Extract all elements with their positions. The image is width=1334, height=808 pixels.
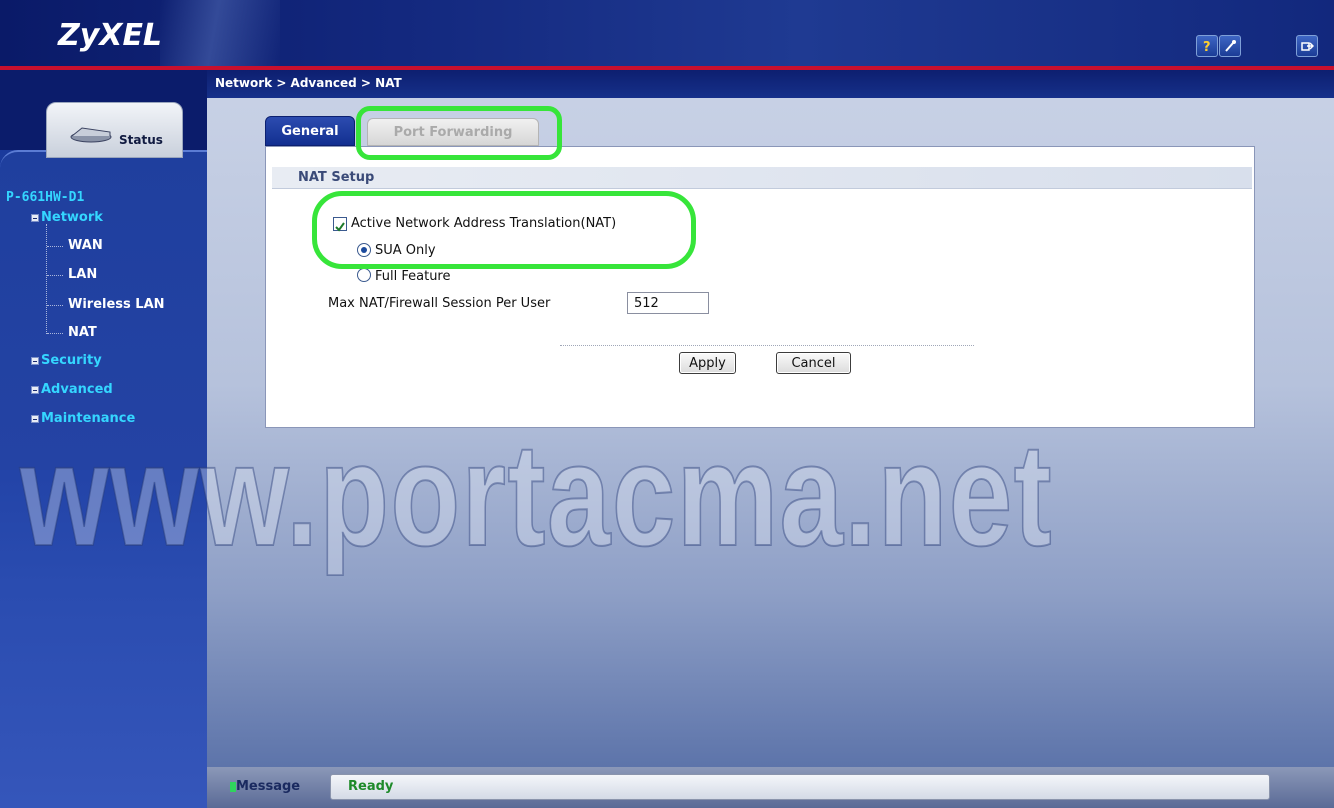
section-header xyxy=(272,167,1252,189)
logout-button[interactable] xyxy=(1296,35,1318,57)
tab-port-forwarding[interactable]: Port Forwarding xyxy=(367,118,539,146)
sidebar-item-advanced[interactable]: Advanced xyxy=(31,382,113,397)
message-label: Message xyxy=(236,779,301,794)
checkmark-icon xyxy=(334,218,346,237)
full-feature-label: Full Feature xyxy=(375,269,451,284)
tree-line xyxy=(46,224,47,334)
sidebar-item-security[interactable]: Security xyxy=(31,353,102,368)
sidebar-item-label: NAT xyxy=(68,325,97,340)
apply-button[interactable]: Apply xyxy=(679,352,736,374)
header-swoosh xyxy=(160,0,280,66)
status-tab[interactable] xyxy=(46,102,183,158)
sidebar-item-label: Network xyxy=(41,210,103,225)
collapse-icon xyxy=(31,213,39,222)
active-nat-checkbox[interactable] xyxy=(333,217,347,232)
status-tab-label: Status xyxy=(119,133,163,147)
wizard-button[interactable] xyxy=(1219,35,1241,57)
sua-only-radio[interactable] xyxy=(357,243,371,257)
expand-icon xyxy=(31,385,39,394)
logout-icon xyxy=(1300,39,1314,53)
sidebar-item-label: LAN xyxy=(68,267,98,282)
sidebar-item-nat[interactable]: NAT xyxy=(68,325,97,340)
tree-branch xyxy=(47,333,63,334)
header-bar xyxy=(0,0,1334,66)
sidebar-item-wan[interactable]: WAN xyxy=(68,238,103,253)
tree-branch xyxy=(47,275,63,276)
sidebar-item-network[interactable]: Network xyxy=(31,210,103,225)
sidebar-item-wireless-lan[interactable]: Wireless LAN xyxy=(68,297,165,312)
sidebar-item-lan[interactable]: LAN xyxy=(68,267,97,282)
magic-wand-icon xyxy=(1223,39,1237,53)
divider xyxy=(560,345,974,346)
section-title: NAT Setup xyxy=(298,170,375,185)
full-feature-radio[interactable] xyxy=(357,268,371,282)
sua-only-label: SUA Only xyxy=(375,243,436,258)
tree-branch xyxy=(47,246,63,247)
sidebar-item-label: Security xyxy=(41,353,102,368)
sidebar-item-label: Advanced xyxy=(41,382,113,397)
breadcrumb: Network > Advanced > NAT xyxy=(215,76,402,90)
message-text: Ready xyxy=(348,779,394,794)
device-name: P-661HW-D1 xyxy=(6,190,85,205)
max-session-input[interactable] xyxy=(627,292,709,314)
max-session-label: Max NAT/Firewall Session Per User xyxy=(328,296,551,311)
sidebar-item-label: WAN xyxy=(68,238,103,253)
help-button[interactable]: ? xyxy=(1196,35,1218,57)
tab-general[interactable]: General xyxy=(265,116,355,146)
sidebar-item-label: Wireless LAN xyxy=(68,297,165,312)
tree-branch xyxy=(47,305,63,306)
svg-text:?: ? xyxy=(1203,40,1211,53)
cancel-button[interactable]: Cancel xyxy=(776,352,851,374)
question-mark-icon: ? xyxy=(1200,39,1214,53)
router-icon xyxy=(68,122,114,148)
zyxel-logo: ZyXEL xyxy=(58,18,163,53)
expand-icon xyxy=(31,356,39,365)
message-box xyxy=(330,774,1270,800)
watermark: www.portacma.net xyxy=(19,413,1054,576)
active-nat-label: Active Network Address Translation(NAT) xyxy=(351,216,617,231)
